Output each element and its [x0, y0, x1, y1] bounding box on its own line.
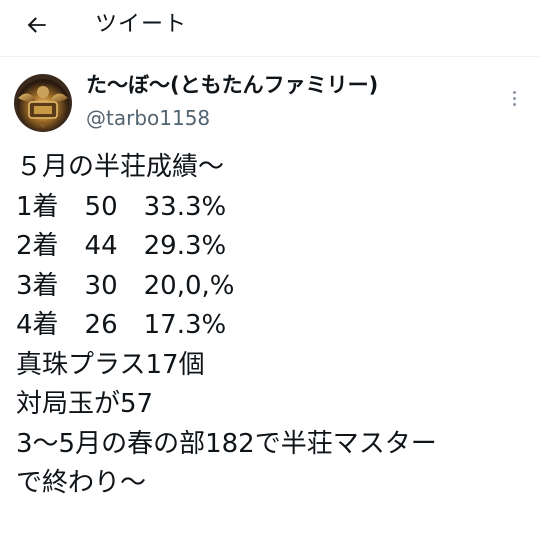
- tweet-line: 対局玉が57: [16, 389, 154, 419]
- tweet-line: 4着 26 17.3%: [16, 310, 227, 340]
- avatar-image: [14, 74, 72, 132]
- header-divider: [0, 56, 540, 57]
- tweet-detail-page: ツイート た〜ぼ〜(ともたんファミリー) @tarbo1158 ５月の半荘成績〜…: [0, 0, 540, 540]
- tweet-text: ５月の半荘成績〜 1着 50 33.3% 2着 44 29.3% 3着 30 2…: [16, 148, 536, 504]
- author-display-name[interactable]: た〜ぼ〜(ともたんファミリー): [86, 70, 378, 100]
- arrow-left-icon: [27, 17, 46, 33]
- tweet-line: で終わり〜: [16, 468, 147, 498]
- top-bar: ツイート: [0, 0, 540, 52]
- more-vertical-icon: [512, 90, 516, 94]
- tweet-line: ５月の半荘成績〜: [16, 152, 225, 182]
- more-options-button[interactable]: [502, 84, 526, 112]
- tweet-line: 真珠プラス17個: [16, 349, 205, 380]
- more-dot: [512, 102, 516, 106]
- tweet-line: 1着 50 33.3%: [16, 191, 227, 222]
- tweet-line: 2着 44 29.3%: [16, 231, 227, 261]
- tweet-line: 3〜5月の春の部182で半荘マスター: [16, 428, 437, 459]
- avatar[interactable]: [14, 74, 72, 132]
- tweet-line: 3着 30 20,0,%: [16, 270, 235, 301]
- author-handle[interactable]: @tarbo1158: [86, 103, 210, 133]
- more-dot: [512, 96, 516, 100]
- page-title: ツイート: [95, 12, 188, 37]
- back-button[interactable]: [22, 10, 52, 40]
